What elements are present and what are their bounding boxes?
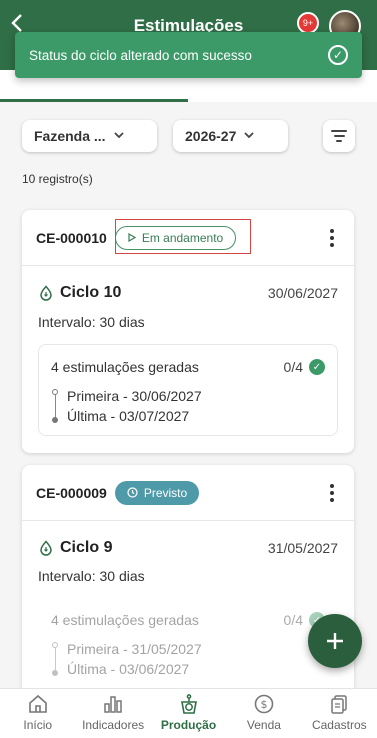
season-select[interactable]: 2026-27 bbox=[173, 120, 288, 152]
stimulations-label: 4 estimulações geradas bbox=[51, 612, 199, 628]
home-icon bbox=[28, 694, 47, 713]
toast-message: Status do ciclo alterado com sucesso bbox=[29, 47, 252, 63]
plus-icon bbox=[327, 633, 343, 649]
cycle-date: 31/05/2027 bbox=[267, 540, 338, 556]
nav-item-producao[interactable]: Produção bbox=[151, 689, 226, 738]
cycle-card[interactable]: CE-000010 Em andamento Ciclo 10 30/06/20… bbox=[22, 210, 354, 453]
cycle-interval: Intervalo: 30 dias bbox=[38, 314, 145, 330]
svg-text:$: $ bbox=[260, 698, 267, 711]
stimulations-label: 4 estimulações geradas bbox=[51, 359, 199, 375]
cycle-card[interactable]: CE-000009 Previsto Ciclo 9 31/05/2027 In… bbox=[22, 465, 354, 695]
farm-select-value: Fazenda ... bbox=[34, 128, 106, 144]
status-label: Em andamento bbox=[141, 230, 224, 245]
first-stimulation: Primeira - 31/05/2027 bbox=[67, 641, 202, 657]
farm-select[interactable]: Fazenda ... bbox=[22, 120, 157, 152]
filter-button[interactable] bbox=[323, 120, 355, 152]
nav-item-inicio[interactable]: Início bbox=[0, 689, 75, 738]
cycle-interval: Intervalo: 30 dias bbox=[38, 568, 145, 584]
more-options-button[interactable] bbox=[322, 481, 342, 505]
cycle-code: CE-000009 bbox=[36, 484, 107, 501]
bottom-navigation: Início Indicadores Produção $ Venda Cada… bbox=[0, 688, 377, 738]
last-stimulation: Última - 03/07/2027 bbox=[67, 408, 190, 424]
scale-icon bbox=[180, 694, 197, 714]
play-icon bbox=[128, 233, 136, 242]
card-header: CE-000009 Previsto bbox=[22, 465, 354, 521]
cycle-row: Ciclo 9 31/05/2027 bbox=[38, 537, 338, 559]
stimulations-progress: 0/4 bbox=[283, 359, 303, 375]
nav-label: Produção bbox=[160, 718, 217, 732]
card-header: CE-000010 Em andamento bbox=[22, 210, 354, 266]
cycle-name: Ciclo 9 bbox=[60, 539, 113, 556]
nav-item-venda[interactable]: $ Venda bbox=[226, 689, 301, 738]
more-options-button[interactable] bbox=[322, 226, 342, 250]
dollar-icon: $ bbox=[254, 694, 274, 714]
season-select-value: 2026-27 bbox=[185, 128, 237, 144]
check-circle-icon: ✓ bbox=[328, 45, 348, 65]
check-circle-icon: ✓ bbox=[309, 359, 325, 375]
more-vertical-icon bbox=[330, 229, 334, 233]
first-stimulation: Primeira - 30/06/2027 bbox=[67, 388, 202, 404]
add-cycle-button[interactable] bbox=[308, 614, 362, 668]
stimulations-progress: 0/4 bbox=[283, 612, 303, 628]
notification-badge[interactable]: 9+ bbox=[297, 12, 319, 34]
records-count: 10 registro(s) bbox=[22, 172, 93, 186]
stimulations-box[interactable]: 4 estimulações geradas 0/4 ✓ Primeira - … bbox=[38, 344, 338, 436]
timeline-icon bbox=[52, 642, 58, 676]
drop-icon bbox=[40, 540, 52, 556]
status-badge[interactable]: Previsto bbox=[114, 480, 200, 505]
stimulations-box[interactable]: 4 estimulações geradas 0/4 ✓ Primeira - … bbox=[38, 597, 338, 689]
cycle-date: 30/06/2027 bbox=[267, 285, 338, 301]
last-stimulation: Última - 03/06/2027 bbox=[67, 661, 190, 677]
bar-chart-icon bbox=[104, 696, 122, 713]
status-label: Previsto bbox=[143, 485, 188, 500]
nav-label: Indicadores bbox=[82, 718, 145, 732]
timeline-icon bbox=[52, 389, 58, 423]
filter-bar: Fazenda ... 2026-27 bbox=[22, 120, 355, 152]
documents-icon bbox=[331, 695, 348, 714]
nav-item-indicadores[interactable]: Indicadores bbox=[75, 689, 150, 738]
more-vertical-icon bbox=[330, 484, 334, 488]
cycle-name: Ciclo 10 bbox=[60, 284, 122, 301]
clock-icon bbox=[127, 487, 138, 498]
cycle-row: Ciclo 10 30/06/2027 bbox=[38, 282, 338, 304]
drop-icon bbox=[40, 285, 52, 301]
cycle-code: CE-000010 bbox=[36, 229, 107, 246]
nav-label: Início bbox=[23, 718, 53, 732]
nav-item-cadastros[interactable]: Cadastros bbox=[302, 689, 377, 738]
nav-label: Venda bbox=[246, 718, 281, 732]
nav-label: Cadastros bbox=[311, 718, 367, 732]
chevron-down-icon bbox=[244, 131, 255, 142]
tab-indicator bbox=[0, 99, 188, 102]
chevron-down-icon bbox=[113, 131, 124, 142]
status-badge[interactable]: Em andamento bbox=[114, 225, 237, 250]
filter-icon bbox=[331, 130, 347, 132]
success-toast: Status do ciclo alterado com sucesso ✓ bbox=[15, 32, 362, 78]
